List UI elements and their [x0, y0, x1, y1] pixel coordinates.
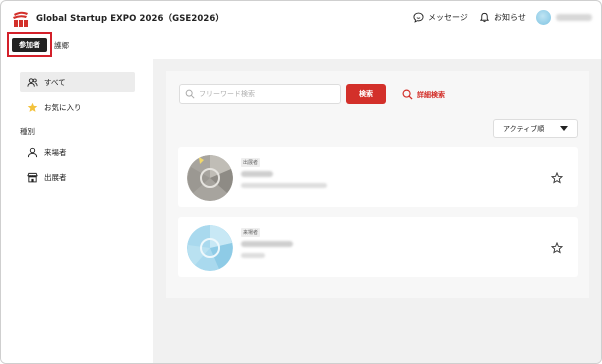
sort-selected-value: アクティブ順	[503, 124, 545, 133]
company-redacted	[241, 253, 265, 258]
sidebar-item-exhibitors[interactable]: 出展者	[20, 167, 135, 187]
name-redacted	[241, 241, 293, 247]
sidebar-item-all[interactable]: すべて	[20, 72, 135, 92]
person-icon	[27, 147, 38, 157]
storefront-icon	[27, 172, 38, 182]
sidebar-item-label: 来場者	[44, 147, 67, 157]
company-redacted	[241, 183, 327, 188]
tab-other[interactable]: 護郷	[54, 40, 69, 51]
people-icon	[27, 77, 38, 87]
search-icon	[185, 89, 195, 99]
profile-image	[187, 225, 233, 271]
avatar	[536, 10, 551, 25]
star-outline-icon[interactable]	[551, 172, 563, 184]
search-input-wrapper	[179, 84, 341, 104]
search-input[interactable]	[199, 90, 334, 98]
type-badge: 来場者	[241, 228, 261, 237]
list-item[interactable]: 出展者	[178, 147, 578, 207]
role-tab-bar	[1, 34, 601, 58]
messages-label: メッセージ	[428, 13, 468, 22]
type-heading: 種別	[20, 127, 35, 136]
top-header: Global Startup EXPO 2026（GSE2026） メッセージ …	[1, 1, 601, 35]
star-filled-icon	[27, 102, 38, 112]
app-window: Global Startup EXPO 2026（GSE2026） メッセージ …	[0, 0, 602, 364]
messages-link[interactable]: メッセージ	[413, 12, 468, 23]
sidebar-item-visitors[interactable]: 来場者	[20, 142, 135, 162]
sidebar-item-label: お気に入り	[44, 102, 82, 112]
expo-logo-icon[interactable]	[11, 9, 31, 29]
name-redacted	[241, 171, 273, 177]
sidebar-item-label: 出展者	[44, 172, 67, 182]
app-title: Global Startup EXPO 2026（GSE2026）	[36, 14, 224, 24]
chevron-down-icon	[560, 126, 568, 131]
notices-link[interactable]: お知らせ	[479, 12, 526, 23]
chat-bubble-icon	[413, 12, 424, 23]
advanced-search-label: 詳細検索	[417, 90, 445, 99]
advanced-search-link[interactable]: 詳細検索	[402, 89, 445, 100]
search-icon	[402, 89, 413, 100]
bell-icon	[479, 12, 490, 23]
sidebar-item-favorites[interactable]: お気に入り	[20, 97, 135, 117]
list-item[interactable]: 来場者	[178, 217, 578, 277]
user-name-redacted	[556, 14, 592, 21]
star-outline-icon[interactable]	[551, 242, 563, 254]
profile-image	[187, 155, 233, 201]
user-menu[interactable]	[536, 10, 592, 25]
search-button[interactable]: 検索	[346, 84, 386, 104]
notices-label: お知らせ	[494, 13, 526, 22]
highlight-annotation	[7, 32, 52, 57]
sidebar-item-label: すべて	[44, 77, 66, 87]
sort-select[interactable]: アクティブ順	[493, 119, 578, 138]
type-badge: 出展者	[241, 158, 261, 167]
